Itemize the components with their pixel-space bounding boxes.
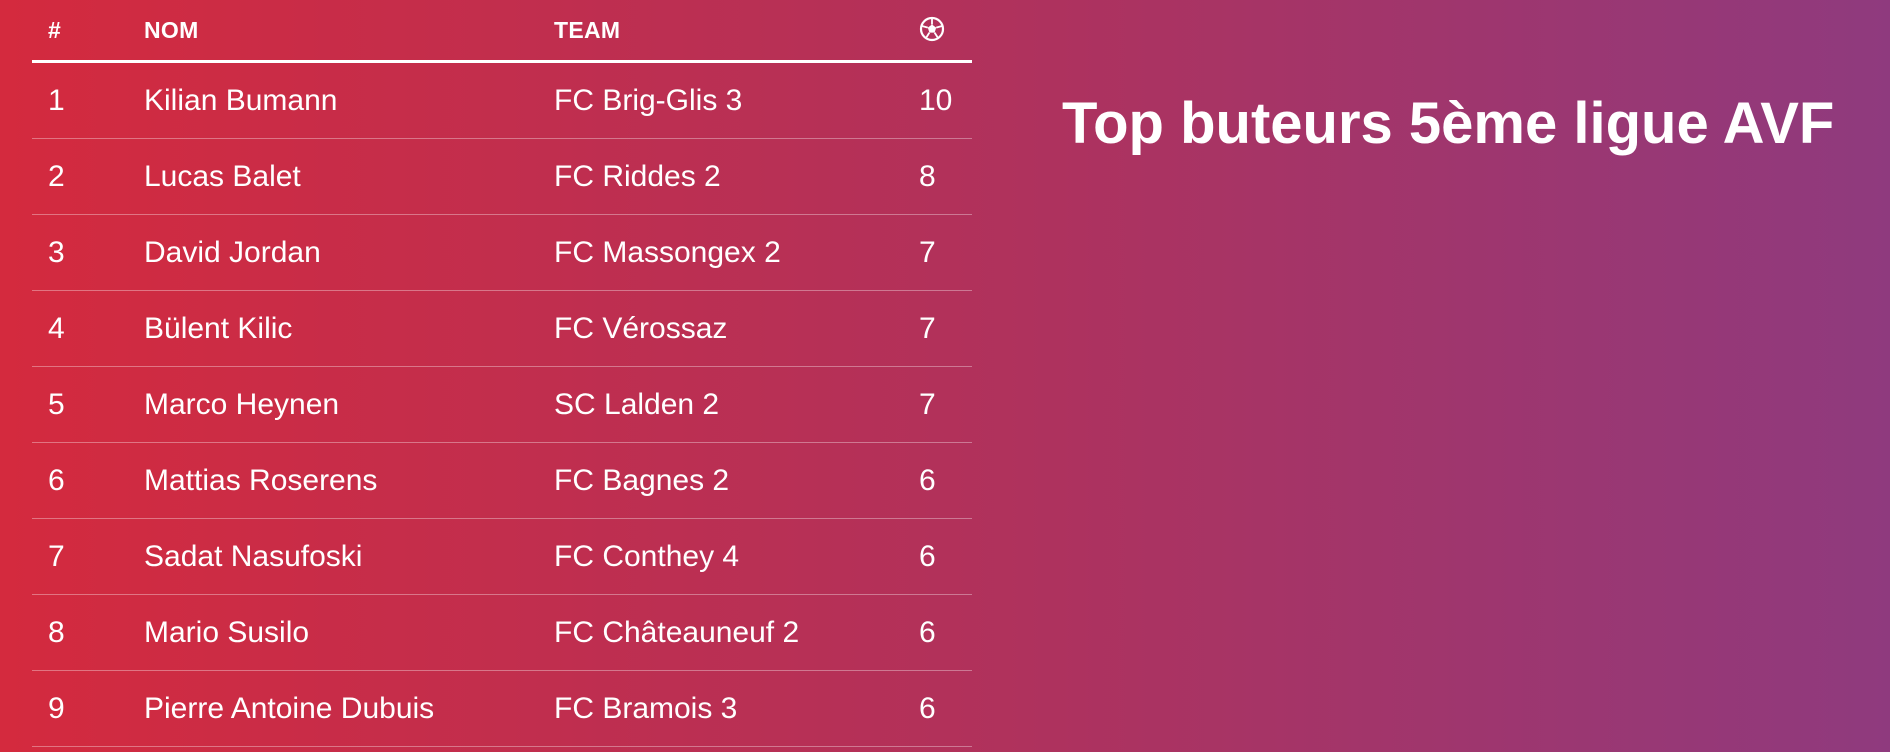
goals-cell: 6 bbox=[919, 670, 972, 747]
page-title: Top buteurs 5ème ligue AVF bbox=[1062, 91, 1835, 156]
team-cell: FC Bagnes 2 bbox=[554, 442, 919, 519]
team-column-header: TEAM bbox=[554, 0, 919, 63]
player-name-cell: Lucas Balet bbox=[144, 138, 554, 215]
team-cell: SC Lalden 2 bbox=[554, 366, 919, 443]
table-row: 5 Marco Heynen SC Lalden 2 7 bbox=[32, 366, 972, 443]
goals-cell: 7 bbox=[919, 290, 972, 367]
player-name-cell: Pierre Antoine Dubuis bbox=[144, 670, 554, 747]
top-scorers-table: # NOM TEAM 1 Kilian Bumann FC Brig-Glis … bbox=[32, 0, 972, 747]
rank-cell: 2 bbox=[32, 138, 144, 215]
team-cell: FC Conthey 4 bbox=[554, 518, 919, 595]
rank-column-header: # bbox=[32, 0, 144, 63]
player-name-cell: Mattias Roserens bbox=[144, 442, 554, 519]
rank-cell: 9 bbox=[32, 670, 144, 747]
table-body: 1 Kilian Bumann FC Brig-Glis 3 10 2 Luca… bbox=[32, 61, 972, 747]
goals-cell: 7 bbox=[919, 366, 972, 443]
table-row: 9 Pierre Antoine Dubuis FC Bramois 3 6 bbox=[32, 670, 972, 747]
player-name-cell: Bülent Kilic bbox=[144, 290, 554, 367]
table-row: 1 Kilian Bumann FC Brig-Glis 3 10 bbox=[32, 61, 972, 139]
soccer-ball-icon bbox=[919, 17, 945, 42]
team-cell: FC Châteauneuf 2 bbox=[554, 594, 919, 671]
goals-column-header bbox=[919, 0, 972, 63]
team-cell: FC Brig-Glis 3 bbox=[554, 61, 919, 139]
rank-cell: 3 bbox=[32, 214, 144, 291]
team-cell: FC Riddes 2 bbox=[554, 138, 919, 215]
rank-cell: 8 bbox=[32, 594, 144, 671]
scorers-table-container: # NOM TEAM 1 Kilian Bumann FC Brig-Glis … bbox=[32, 0, 972, 747]
team-cell: FC Bramois 3 bbox=[554, 670, 919, 747]
rank-cell: 5 bbox=[32, 366, 144, 443]
table-row: 2 Lucas Balet FC Riddes 2 8 bbox=[32, 138, 972, 215]
rank-cell: 4 bbox=[32, 290, 144, 367]
goals-cell: 7 bbox=[919, 214, 972, 291]
team-cell: FC Vérossaz bbox=[554, 290, 919, 367]
player-name-cell: Sadat Nasufoski bbox=[144, 518, 554, 595]
player-name-cell: Mario Susilo bbox=[144, 594, 554, 671]
table-row: 3 David Jordan FC Massongex 2 7 bbox=[32, 214, 972, 291]
player-name-cell: David Jordan bbox=[144, 214, 554, 291]
table-row: 7 Sadat Nasufoski FC Conthey 4 6 bbox=[32, 518, 972, 595]
rank-cell: 7 bbox=[32, 518, 144, 595]
goals-cell: 6 bbox=[919, 594, 972, 671]
goals-cell: 6 bbox=[919, 518, 972, 595]
table-row: 4 Bülent Kilic FC Vérossaz 7 bbox=[32, 290, 972, 367]
goals-cell: 10 bbox=[919, 61, 972, 139]
player-name-cell: Kilian Bumann bbox=[144, 61, 554, 139]
goals-cell: 6 bbox=[919, 442, 972, 519]
header-row: # NOM TEAM bbox=[32, 0, 972, 63]
team-cell: FC Massongex 2 bbox=[554, 214, 919, 291]
table-header: # NOM TEAM bbox=[32, 0, 972, 63]
table-row: 6 Mattias Roserens FC Bagnes 2 6 bbox=[32, 442, 972, 519]
rank-cell: 6 bbox=[32, 442, 144, 519]
goals-cell: 8 bbox=[919, 138, 972, 215]
table-row: 8 Mario Susilo FC Châteauneuf 2 6 bbox=[32, 594, 972, 671]
player-name-cell: Marco Heynen bbox=[144, 366, 554, 443]
name-column-header: NOM bbox=[144, 0, 554, 63]
rank-cell: 1 bbox=[32, 61, 144, 139]
